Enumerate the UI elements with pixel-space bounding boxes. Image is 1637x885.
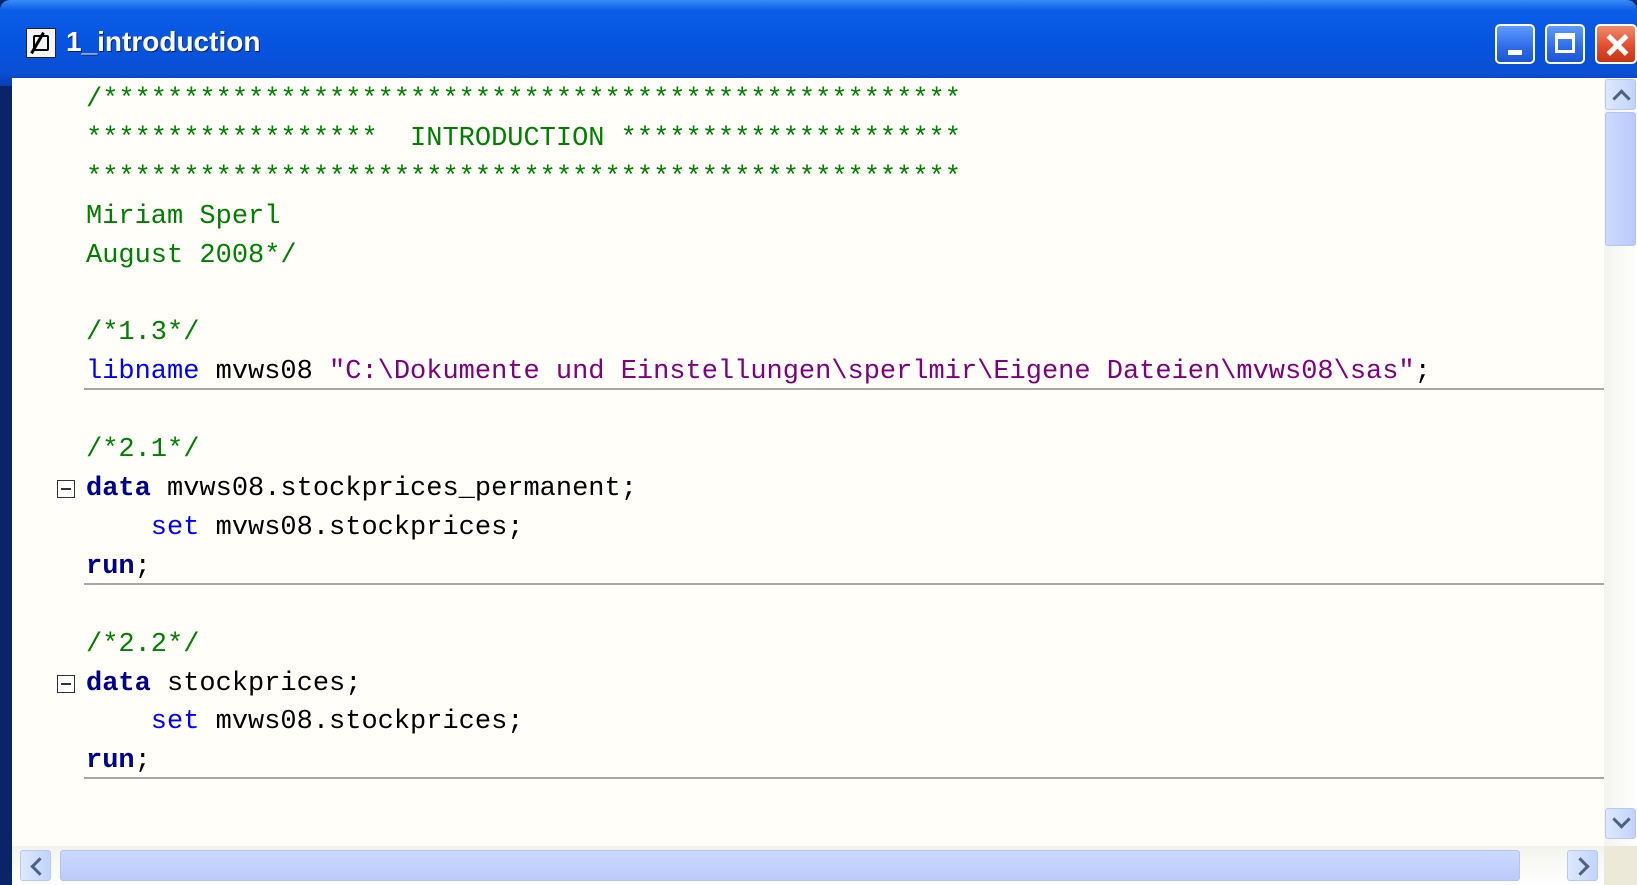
code-line[interactable]: run;: [86, 741, 151, 781]
editor-window: 1_introduction /************************…: [0, 0, 1637, 885]
minimize-icon[interactable]: [1495, 24, 1535, 64]
code-line[interactable]: run;: [86, 547, 151, 587]
window-title: 1_introduction: [66, 26, 261, 57]
code-line[interactable]: /*1.3*/: [86, 313, 199, 353]
step-separator: [84, 582, 1622, 585]
code-token-statement: set: [86, 512, 200, 543]
code-token-plain: ;: [134, 746, 151, 777]
code-token-plain: mvws08.stockprices;: [199, 512, 524, 543]
code-token-comment: Miriam Sperl: [86, 201, 281, 232]
code-line[interactable]: set mvws08.stockprices;: [86, 702, 524, 742]
collapse-block-icon[interactable]: [57, 480, 75, 498]
code-token-comment: ****************** INTRODUCTION ********…: [86, 123, 961, 154]
vertical-scrollbar[interactable]: [1604, 78, 1637, 846]
code-line[interactable]: /***************************************…: [86, 80, 961, 120]
code-token-statement: libname: [86, 357, 200, 388]
code-token-plain: stockprices;: [150, 668, 362, 699]
code-token-plain: ;: [134, 551, 151, 582]
code-token-keyword: run: [86, 746, 135, 777]
title-bar[interactable]: 1_introduction: [0, 0, 1637, 86]
code-token-comment: ****************************************…: [86, 162, 961, 193]
code-token-comment: August 2008*/: [86, 240, 297, 271]
code-line[interactable]: set mvws08.stockprices;: [86, 508, 524, 548]
collapse-block-icon[interactable]: [57, 674, 75, 693]
code-line[interactable]: /*2.1*/: [86, 430, 199, 470]
maximize-icon[interactable]: [1545, 24, 1585, 64]
code-token-keyword: data: [86, 668, 151, 699]
code-line[interactable]: /*2.2*/: [86, 625, 199, 665]
code-line[interactable]: data stockprices;: [86, 664, 361, 704]
resize-grip[interactable]: [1604, 846, 1637, 885]
code-token-comment: /*1.3*/: [86, 318, 200, 349]
scroll-down-icon[interactable]: [1605, 808, 1636, 839]
close-icon[interactable]: [1595, 24, 1637, 64]
scroll-right-icon[interactable]: [1567, 850, 1598, 881]
code-token-comment: /*2.2*/: [86, 629, 200, 660]
code-token-plain: mvws08.stockprices_permanent;: [150, 474, 637, 504]
code-token-string: "C:\Dokumente und Einstellungen\sperlmir…: [329, 357, 1415, 388]
code-token-comment: /***************************************…: [86, 85, 961, 115]
code-token-plain: mvws08: [199, 357, 330, 388]
step-separator: [84, 777, 1622, 780]
code-line[interactable]: data mvws08.stockprices_permanent;: [86, 469, 637, 509]
code-line[interactable]: Miriam Sperl: [86, 197, 280, 237]
vertical-scroll-thumb[interactable]: [1605, 112, 1636, 246]
code-token-keyword: run: [86, 551, 135, 582]
code-token-statement: set: [86, 707, 200, 738]
code-line[interactable]: August 2008*/: [86, 236, 297, 276]
code-line[interactable]: libname mvws08 "C:\Dokumente und Einstel…: [86, 352, 1431, 392]
horizontal-scroll-thumb[interactable]: [60, 850, 1520, 881]
sas-program-icon[interactable]: [26, 28, 56, 58]
scroll-up-icon[interactable]: [1605, 79, 1636, 110]
code-token-keyword: data: [86, 474, 151, 504]
code-line[interactable]: ****************************************…: [86, 158, 961, 198]
code-line[interactable]: ****************** INTRODUCTION ********…: [86, 119, 961, 159]
scroll-left-icon[interactable]: [20, 850, 51, 881]
code-token-plain: mvws08.stockprices;: [199, 707, 524, 738]
code-token-plain: ;: [1414, 357, 1431, 388]
step-separator: [84, 388, 1622, 391]
horizontal-scrollbar[interactable]: [12, 846, 1604, 885]
code-token-comment: /*2.1*/: [86, 435, 200, 466]
fold-gutter: [12, 78, 64, 846]
code-editor[interactable]: /***************************************…: [12, 78, 1623, 846]
